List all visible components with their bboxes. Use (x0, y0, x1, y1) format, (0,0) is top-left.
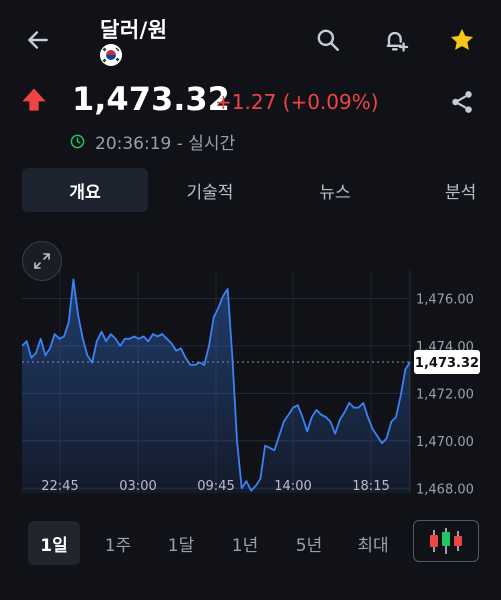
tab-bar: 개요 기술적 뉴스 분석 (0, 168, 501, 214)
timestamp-text: 20:36:19 - 실시간 (95, 134, 236, 154)
x-tick-label: 14:00 (274, 479, 311, 494)
tab-technical[interactable]: 기술적 (160, 168, 260, 212)
current-price-label: 1,473.32 (415, 356, 479, 371)
period-1m[interactable]: 1달 (155, 521, 207, 565)
y-tick-label: 1,470.00 (416, 435, 474, 450)
timestamp-row: 20:36:19 - 실시간 (70, 129, 235, 154)
tab-analysis[interactable]: 분석 (410, 168, 501, 212)
back-button[interactable] (18, 22, 58, 58)
tab-overview[interactable]: 개요 (22, 168, 148, 212)
x-tick-label: 09:45 (197, 479, 234, 494)
y-tick-label: 1,468.00 (416, 482, 474, 497)
bell-plus-icon (386, 31, 409, 52)
search-button[interactable] (308, 20, 348, 60)
period-max[interactable]: 최대 (347, 521, 399, 565)
x-tick-label: 18:15 (352, 479, 389, 494)
period-selector: 1일 1주 1달 1년 5년 최대 (0, 515, 501, 565)
arrow-left-icon (28, 31, 48, 49)
south-korea-flag-icon (100, 44, 122, 66)
period-1y[interactable]: 1년 (219, 521, 271, 565)
y-tick-label: 1,472.00 (416, 387, 474, 402)
share-button[interactable] (442, 82, 482, 122)
price-chart[interactable]: 22:45 03:00 09:45 14:00 18:15 1,476.00 1,474.… (0, 235, 501, 500)
expand-chart-button[interactable] (22, 241, 62, 281)
x-tick-label: 22:45 (41, 479, 78, 494)
clock-icon (70, 134, 85, 149)
period-5y[interactable]: 5년 (283, 521, 335, 565)
expand-icon (34, 253, 50, 269)
search-icon (317, 29, 339, 51)
star-icon (450, 28, 474, 50)
share-icon (452, 91, 472, 113)
period-1d[interactable]: 1일 (28, 521, 80, 565)
price-change: +1.27 (+0.09%) (215, 90, 379, 114)
candlestick-chart-icon (430, 528, 462, 554)
favorite-button[interactable] (442, 20, 482, 60)
page-title: 달러/원 (100, 18, 168, 42)
price-chart-svg: 22:45 03:00 09:45 14:00 18:15 1,476.001,474.… (21, 270, 480, 497)
add-alert-button[interactable] (376, 20, 416, 60)
arrow-up-icon (20, 86, 48, 116)
period-1w[interactable]: 1주 (92, 521, 144, 565)
current-price: 1,473.32 (72, 80, 230, 118)
tab-news[interactable]: 뉴스 (290, 168, 380, 212)
x-tick-label: 03:00 (119, 479, 156, 494)
y-tick-label: 1,476.00 (416, 292, 474, 307)
chart-type-button[interactable] (413, 520, 479, 562)
